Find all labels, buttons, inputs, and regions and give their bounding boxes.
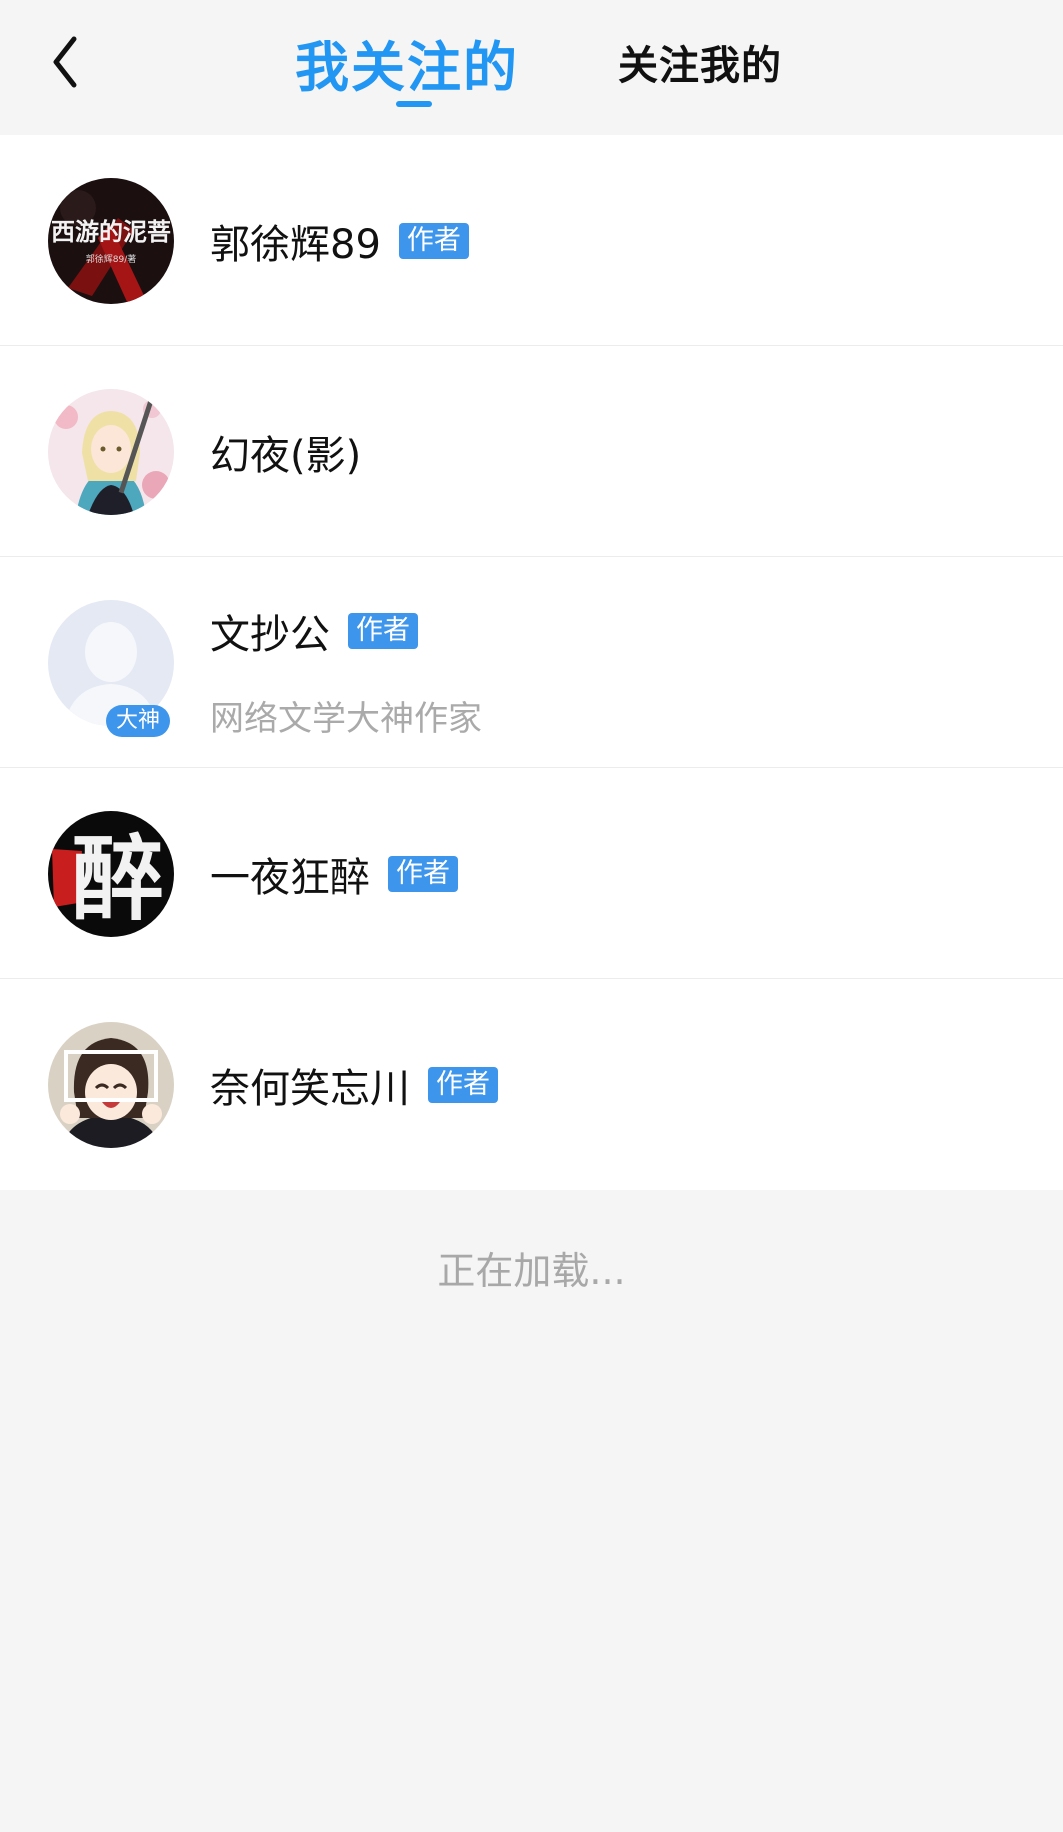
author-badge: 作者: [348, 613, 418, 649]
avatar[interactable]: [48, 389, 174, 515]
calligraphy-avatar-image: 醉: [48, 811, 174, 937]
anime-girl-avatar-image: [48, 389, 174, 515]
author-badge: 作者: [388, 856, 458, 892]
tab-following[interactable]: 我关注的: [295, 30, 519, 99]
user-name: 一夜狂醉: [210, 855, 370, 901]
avatar[interactable]: 醉: [48, 811, 174, 937]
tab-followers[interactable]: 关注我的: [618, 30, 782, 94]
active-tab-indicator: [396, 101, 432, 107]
avatar-calligraphy-text: 醉: [72, 825, 164, 933]
list-item[interactable]: 奈何笑忘川 作者: [0, 979, 1063, 1190]
user-name: 奈何笑忘川: [210, 1066, 410, 1112]
avatar[interactable]: [48, 1022, 174, 1148]
author-badge: 作者: [398, 223, 469, 259]
list-item[interactable]: 幻夜(影): [0, 346, 1063, 557]
author-badge: 作者: [428, 1067, 498, 1103]
list-item[interactable]: 大神 文抄公 作者 网络文学大神作家: [0, 557, 1063, 768]
cover-author-text: 郭徐辉89/著: [86, 253, 137, 265]
cover-title-text: 西游的泥菩: [51, 217, 171, 246]
back-button[interactable]: [40, 30, 90, 94]
book-cover-avatar-image: 西游的泥菩 郭徐辉89/著: [48, 178, 174, 304]
user-description: 网络文学大神作家: [210, 698, 482, 739]
user-name: 郭徐辉89: [210, 222, 381, 268]
user-name: 文抄公: [210, 612, 330, 658]
loading-indicator: 正在加载...: [437, 1249, 626, 1293]
anime-boy-avatar-image: [48, 1022, 174, 1148]
avatar[interactable]: 西游的泥菩 郭徐辉89/著: [48, 178, 174, 304]
great-writer-badge: 大神: [106, 705, 170, 737]
list-item[interactable]: 西游的泥菩 郭徐辉89/著 郭徐辉89 作者: [0, 135, 1063, 346]
user-name: 幻夜(影): [210, 433, 362, 479]
follow-list: 西游的泥菩 郭徐辉89/著 郭徐辉89 作者 幻夜(影) 大神 文抄公 作者 网…: [0, 135, 1063, 1190]
list-item[interactable]: 醉 一夜狂醉 作者: [0, 768, 1063, 979]
top-bar: 我关注的 关注我的: [0, 0, 1063, 135]
chevron-left-icon: [53, 36, 77, 88]
